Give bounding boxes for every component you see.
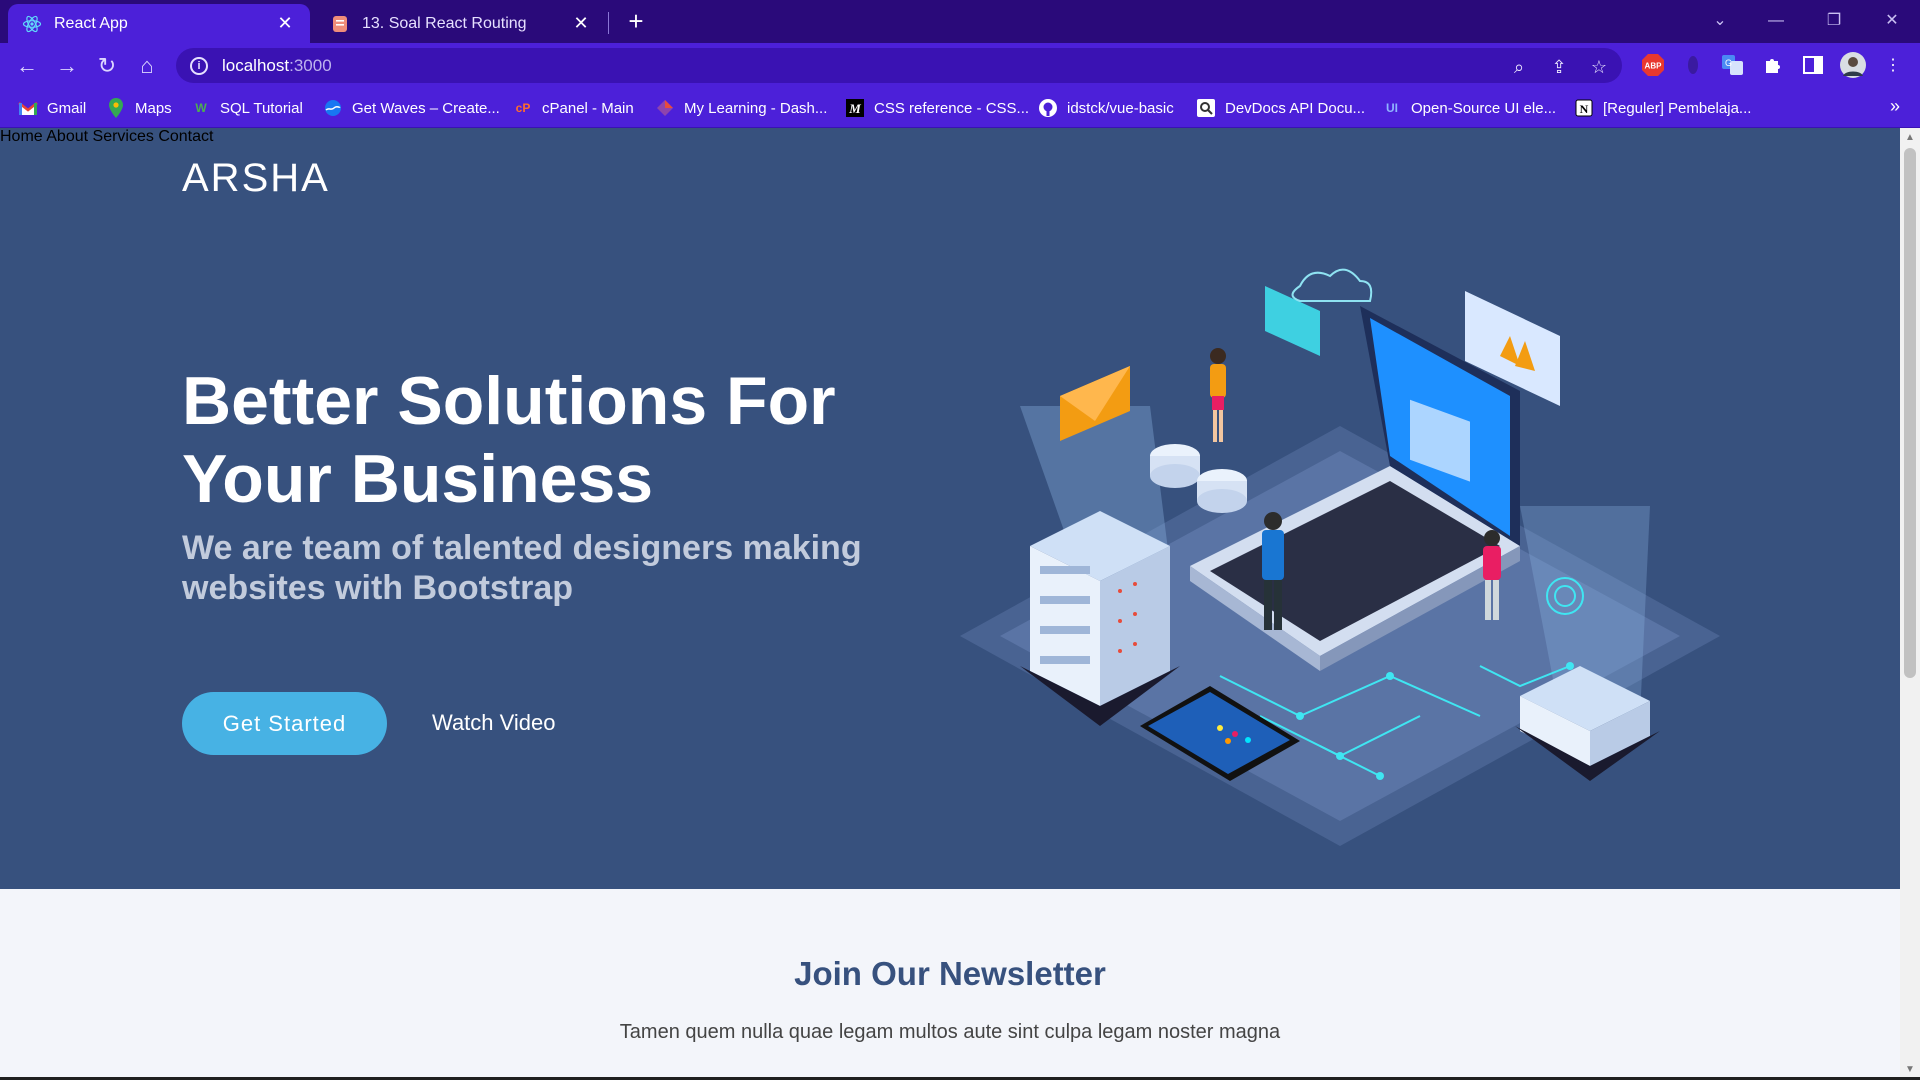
watch-video-link[interactable]: Watch Video: [432, 710, 556, 736]
newsletter-section: Join Our Newsletter Tamen quem nulla qua…: [0, 889, 1900, 1080]
browser-menu-icon[interactable]: ⋮: [1880, 53, 1906, 77]
bookmark-notion-reguler[interactable]: N [Reguler] Pembelaja...: [1574, 97, 1751, 119]
devdocs-icon: [1196, 99, 1216, 117]
ui-icon: UI: [1386, 101, 1398, 115]
tab-strip: React App ✕ 13. Soal React Routing ✕ + ⌄…: [0, 0, 1920, 43]
map-pin-icon: [106, 98, 126, 118]
gmail-icon: [18, 99, 38, 117]
minimize-icon[interactable]: —: [1756, 6, 1796, 36]
nav-about[interactable]: About: [46, 128, 88, 145]
tab-search-icon[interactable]: ⌄: [1700, 6, 1740, 36]
extensions-puzzle-icon[interactable]: [1760, 53, 1786, 77]
get-started-button[interactable]: Get Started: [182, 692, 387, 755]
github-icon: [1038, 99, 1058, 117]
forward-icon[interactable]: →: [52, 51, 82, 81]
extension-icon[interactable]: [1680, 53, 1706, 77]
zoom-icon[interactable]: ⌕: [1506, 54, 1532, 80]
hero-subtitle: We are team of talented designers making…: [182, 529, 862, 607]
hero-title: Better Solutions For Your Business: [182, 363, 836, 517]
bookmark-my-learning[interactable]: My Learning - Dash...: [655, 97, 827, 119]
share-icon[interactable]: ⇪: [1546, 54, 1572, 80]
profile-avatar[interactable]: [1840, 52, 1866, 78]
tab-divider: [608, 12, 609, 34]
newsletter-text: Tamen quem nulla quae legam multos aute …: [619, 1021, 1281, 1043]
cpanel-icon: cP: [515, 101, 531, 115]
new-tab-button[interactable]: +: [622, 8, 650, 36]
scroll-up-icon[interactable]: ▲: [1905, 132, 1915, 143]
nav-services[interactable]: Services: [93, 128, 154, 145]
side-panel-icon[interactable]: [1800, 53, 1826, 77]
document-icon: [330, 14, 350, 34]
browser-toolbar: ← → ↻ ⌂ i localhost:3000 ⌕ ⇪ ☆ ABP G ⋮: [0, 43, 1920, 88]
bookmark-github-vue-basic[interactable]: idstck/vue-basic: [1038, 97, 1174, 119]
svg-text:ABP: ABP: [1645, 62, 1663, 71]
close-tab-icon[interactable]: ✕: [274, 13, 296, 35]
svg-text:G: G: [1725, 58, 1732, 68]
home-icon[interactable]: ⌂: [132, 51, 162, 81]
newsletter-title: Join Our Newsletter: [794, 955, 1106, 992]
hero-section: ARSHA Home About Services Contact Better…: [0, 128, 1900, 889]
translate-icon[interactable]: G: [1720, 53, 1746, 77]
main-nav: Home About Services Contact: [0, 128, 1900, 146]
bookmark-maps[interactable]: Maps: [106, 97, 172, 119]
bookmark-gmail[interactable]: Gmail: [18, 97, 86, 119]
scrollbar-thumb[interactable]: [1904, 148, 1916, 678]
bookmark-sql-tutorial[interactable]: W SQL Tutorial: [191, 97, 303, 119]
bookmark-css-reference[interactable]: M CSS reference - CSS...: [845, 97, 1029, 119]
nav-contact[interactable]: Contact: [158, 128, 213, 145]
bookmark-devdocs[interactable]: DevDocs API Docu...: [1196, 97, 1365, 119]
hero-illustration: [960, 268, 1720, 846]
nav-home[interactable]: Home: [0, 128, 43, 145]
restore-icon[interactable]: ❐: [1814, 6, 1854, 36]
svg-text:M: M: [848, 101, 861, 116]
react-icon: [22, 14, 42, 34]
tab-soal-react-routing[interactable]: 13. Soal React Routing ✕: [316, 4, 606, 43]
bookmark-get-waves[interactable]: Get Waves – Create...: [323, 97, 500, 119]
page-viewport: ARSHA Home About Services Contact Better…: [0, 128, 1900, 1080]
tab-title: 13. Soal React Routing: [362, 14, 527, 32]
address-bar[interactable]: i localhost:3000 ⌕ ⇪ ☆: [176, 48, 1622, 83]
bookmark-open-source-ui[interactable]: UI Open-Source UI ele...: [1382, 97, 1556, 119]
site-info-icon[interactable]: i: [190, 56, 208, 75]
tab-title: React App: [54, 14, 128, 32]
svg-text:N: N: [1580, 102, 1589, 116]
mdn-icon: M: [845, 99, 865, 117]
reload-icon[interactable]: ↻: [92, 51, 122, 81]
notion-icon: N: [1574, 99, 1594, 117]
more-bookmarks-icon[interactable]: »: [1890, 96, 1900, 117]
tab-react-app[interactable]: React App ✕: [8, 4, 310, 43]
learning-icon: [655, 99, 675, 117]
bookmark-star-icon[interactable]: ☆: [1586, 54, 1612, 80]
adblock-icon[interactable]: ABP: [1640, 53, 1666, 77]
site-logo[interactable]: ARSHA: [182, 156, 330, 201]
url-text: localhost:3000: [222, 55, 332, 75]
close-tab-icon[interactable]: ✕: [570, 13, 592, 35]
w3schools-icon: W: [195, 101, 207, 115]
bookmark-cpanel[interactable]: cP cPanel - Main: [513, 97, 634, 119]
waves-icon: [323, 99, 343, 117]
page-scrollbar[interactable]: ▲ ▼: [1900, 128, 1920, 1080]
bookmarks-bar: Gmail Maps W SQL Tutorial Get Waves – Cr…: [0, 88, 1920, 128]
back-icon[interactable]: ←: [12, 51, 42, 81]
scroll-down-icon[interactable]: ▼: [1905, 1064, 1915, 1075]
close-window-icon[interactable]: ✕: [1872, 6, 1912, 36]
